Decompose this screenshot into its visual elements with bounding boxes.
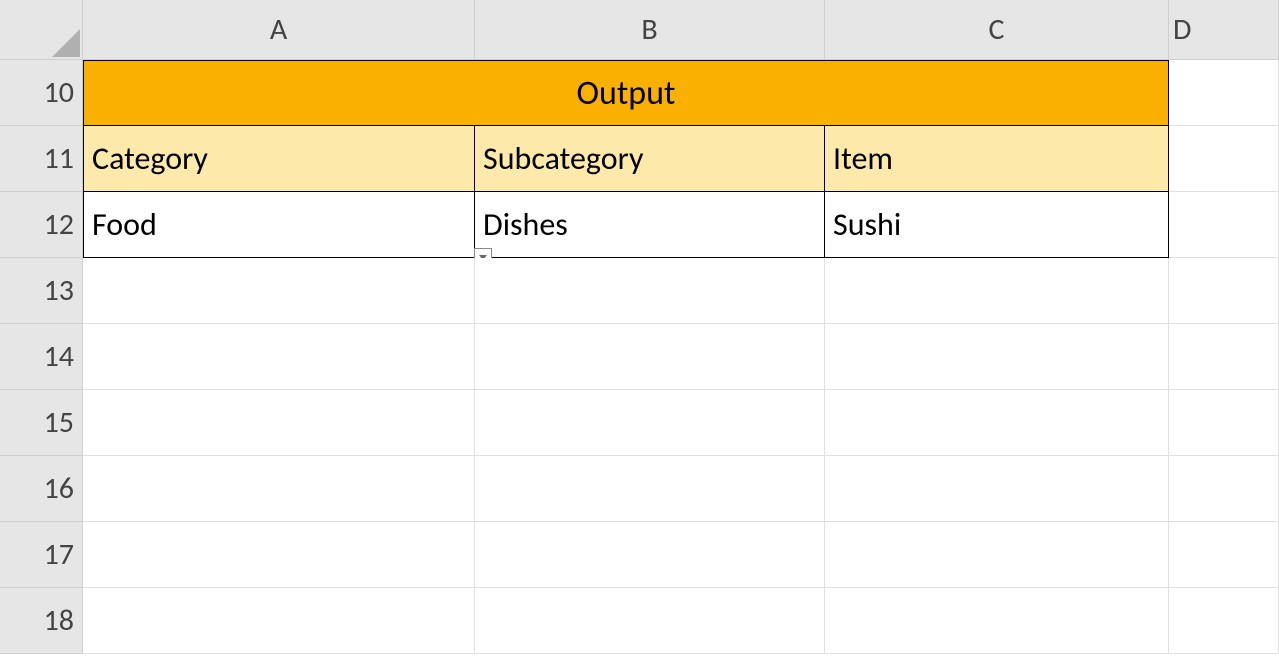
cell-C18[interactable] [825, 588, 1169, 654]
cell-A18[interactable] [83, 588, 475, 654]
row-header-15[interactable]: 15 [0, 390, 83, 456]
cell-A13[interactable] [83, 258, 475, 324]
row-header-16[interactable]: 16 [0, 456, 83, 522]
cell-D17[interactable] [1169, 522, 1279, 588]
row-header-10[interactable]: 10 [0, 60, 83, 126]
spreadsheet-grid: A B C D 10 Output 11 Category Subcategor… [0, 0, 1279, 654]
cell-D10[interactable] [1169, 60, 1279, 126]
cell-B18[interactable] [475, 588, 825, 654]
row-header-11[interactable]: 11 [0, 126, 83, 192]
cell-A14[interactable] [83, 324, 475, 390]
col-header-B[interactable]: B [475, 0, 825, 60]
cell-header-subcategory[interactable]: Subcategory [475, 126, 825, 192]
cell-A17[interactable] [83, 522, 475, 588]
cell-header-item[interactable]: Item [825, 126, 1169, 192]
row-header-12[interactable]: 12 [0, 192, 83, 258]
select-all-corner[interactable] [0, 0, 83, 60]
col-header-D[interactable]: D [1169, 0, 1279, 60]
row-header-14[interactable]: 14 [0, 324, 83, 390]
cell-D13[interactable] [1169, 258, 1279, 324]
cell-header-category[interactable]: Category [83, 126, 475, 192]
cell-data-item[interactable]: Sushi [825, 192, 1169, 258]
cell-B13[interactable] [475, 258, 825, 324]
cell-D15[interactable] [1169, 390, 1279, 456]
cell-D14[interactable] [1169, 324, 1279, 390]
row-header-13[interactable]: 13 [0, 258, 83, 324]
cell-C17[interactable] [825, 522, 1169, 588]
row-header-17[interactable]: 17 [0, 522, 83, 588]
col-header-C[interactable]: C [825, 0, 1169, 60]
cell-C13[interactable] [825, 258, 1169, 324]
cell-A16[interactable] [83, 456, 475, 522]
cell-C15[interactable] [825, 390, 1169, 456]
cell-C14[interactable] [825, 324, 1169, 390]
row-header-18[interactable]: 18 [0, 588, 83, 654]
cell-D16[interactable] [1169, 456, 1279, 522]
cell-B17[interactable] [475, 522, 825, 588]
cell-B14[interactable] [475, 324, 825, 390]
cell-D18[interactable] [1169, 588, 1279, 654]
cell-D11[interactable] [1169, 126, 1279, 192]
cell-D12[interactable] [1169, 192, 1279, 258]
cell-data-subcategory[interactable]: Dishes [475, 192, 825, 258]
cell-B16[interactable] [475, 456, 825, 522]
cell-value: Dishes [483, 205, 568, 244]
cell-A15[interactable] [83, 390, 475, 456]
col-header-A[interactable]: A [83, 0, 475, 60]
cell-data-category[interactable]: Food [83, 192, 475, 258]
cell-B15[interactable] [475, 390, 825, 456]
cell-output-title[interactable]: Output [83, 60, 1169, 126]
cell-C16[interactable] [825, 456, 1169, 522]
